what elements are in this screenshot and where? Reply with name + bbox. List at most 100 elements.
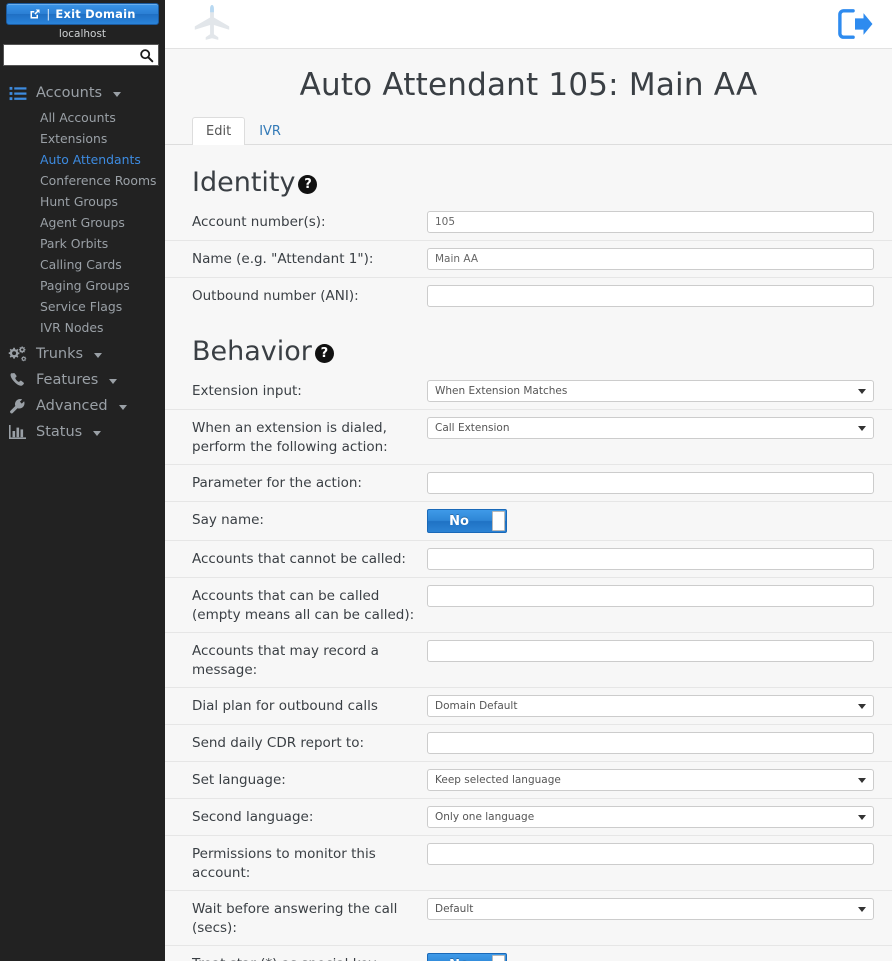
domain-name-label: localhost (58, 28, 107, 40)
sidebar-item-hunt-groups[interactable]: Hunt Groups (0, 191, 165, 212)
treat-star-toggle[interactable]: No (427, 953, 507, 961)
field-row-accounts-allowed: Accounts that can be called (empty means… (165, 577, 892, 632)
name-input[interactable] (427, 248, 874, 270)
sidebar-item-all-accounts[interactable]: All Accounts (0, 107, 165, 128)
field-label: Set language: (192, 772, 286, 788)
field-label: Parameter for the action: (192, 475, 362, 491)
exit-domain-label: Exit Domain (55, 7, 136, 21)
field-row-say-name: Say name: No (165, 501, 892, 540)
sidebar-item-calling-cards[interactable]: Calling Cards (0, 254, 165, 275)
sidebar-item-conference-rooms[interactable]: Conference Rooms (0, 170, 165, 191)
chevron-down-icon (118, 404, 127, 410)
page-title: Auto Attendant 105: Main AA (165, 49, 892, 117)
field-label: Accounts that may record a message: (192, 643, 379, 678)
chevron-down-icon (113, 91, 122, 97)
search-container (0, 44, 165, 66)
field-label: Accounts that can be called (empty means… (192, 588, 415, 623)
field-label: Treat star (*) as special key: (192, 953, 427, 961)
tab-ivr[interactable]: IVR (245, 117, 295, 145)
exit-domain-separator: | (46, 7, 51, 21)
field-control: No (427, 953, 872, 961)
field-label: Name (e.g. "Attendant 1"): (192, 251, 374, 267)
dialed-action-select[interactable]: Call Extension (427, 417, 874, 439)
exit-domain-button[interactable]: | Exit Domain (6, 3, 159, 25)
field-label: Send daily CDR report to: (192, 735, 365, 751)
section-title: Identity (192, 167, 296, 198)
sidebar-group-label: Trunks (36, 346, 84, 362)
sidebar-group-features[interactable]: Features (0, 367, 165, 393)
chevron-down-icon (858, 704, 866, 709)
field-label: Dial plan for outbound calls (192, 698, 378, 714)
field-row-action-parameter: Parameter for the action: (165, 464, 892, 501)
logout-arrow-icon[interactable] (836, 7, 874, 41)
sidebar-item-park-orbits[interactable]: Park Orbits (0, 233, 165, 254)
field-label: Wait before answering the call (secs): (192, 901, 398, 936)
account-numbers-input[interactable] (427, 211, 874, 233)
question-mark-icon[interactable]: ? (314, 344, 334, 363)
field-control (427, 248, 874, 270)
field-row-treat-star: Treat star (*) as special key: No (165, 945, 892, 961)
sidebar: | Exit Domain localhost Accounts All Acc… (0, 0, 165, 961)
accounts-may-record-input[interactable] (427, 640, 874, 662)
section-heading-identity: Identity ? (165, 145, 892, 204)
toggle-handle[interactable] (492, 955, 505, 961)
question-mark-icon[interactable]: ? (298, 175, 318, 194)
field-control (427, 211, 874, 233)
field-label: Extension input: (192, 383, 302, 399)
sidebar-item-agent-groups[interactable]: Agent Groups (0, 212, 165, 233)
accounts-cannot-be-called-input[interactable] (427, 548, 874, 570)
sidebar-group-label: Features (36, 372, 99, 388)
search-icon[interactable] (139, 48, 154, 63)
toggle-label: No (428, 954, 490, 961)
sidebar-item-paging-groups[interactable]: Paging Groups (0, 275, 165, 296)
select-value: When Extension Matches (435, 385, 568, 397)
sidebar-nav: Accounts All Accounts Extensions Auto At… (0, 80, 165, 445)
action-parameter-input[interactable] (427, 472, 874, 494)
field-row-dialed-action: When an extension is dialed, perform the… (165, 409, 892, 464)
accounts-can-be-called-input[interactable] (427, 585, 874, 607)
cdr-report-input[interactable] (427, 732, 874, 754)
monitor-permissions-input[interactable] (427, 843, 874, 865)
sidebar-group-advanced[interactable]: Advanced (0, 393, 165, 419)
chevron-down-icon (94, 352, 103, 358)
toggle-handle[interactable] (492, 511, 505, 531)
outbound-number-input[interactable] (427, 285, 874, 307)
sidebar-group-label: Accounts (36, 85, 103, 101)
field-control: Default (427, 898, 874, 920)
say-name-toggle[interactable]: No (427, 509, 507, 533)
field-control: Call Extension (427, 417, 874, 439)
wait-before-answering-select[interactable]: Default (427, 898, 874, 920)
set-language-select[interactable]: Keep selected language (427, 769, 874, 791)
select-value: Call Extension (435, 422, 510, 434)
field-row-accounts-record: Accounts that may record a message: (165, 632, 892, 687)
field-row-account-numbers: Account number(s): (165, 204, 892, 240)
sidebar-group-status[interactable]: Status (0, 419, 165, 445)
sidebar-group-accounts[interactable]: Accounts (0, 80, 165, 106)
sidebar-group-trunks[interactable]: Trunks (0, 341, 165, 367)
extension-input-select[interactable]: When Extension Matches (427, 380, 874, 402)
field-control: Only one language (427, 806, 874, 828)
search-box[interactable] (3, 44, 159, 66)
wrench-icon (8, 398, 27, 415)
sidebar-item-auto-attendants[interactable]: Auto Attendants (0, 149, 165, 170)
sidebar-item-ivr-nodes[interactable]: IVR Nodes (0, 317, 165, 338)
field-label: Second language: (192, 809, 314, 825)
search-input[interactable] (4, 45, 158, 65)
tab-bar: Edit IVR (165, 117, 892, 145)
chevron-down-icon (109, 378, 118, 384)
chevron-down-icon (858, 778, 866, 783)
content-area: Auto Attendant 105: Main AA Edit IVR Ide… (165, 49, 892, 961)
field-control (427, 732, 874, 754)
gears-icon (8, 345, 27, 363)
select-value: Only one language (435, 811, 535, 823)
second-language-select[interactable]: Only one language (427, 806, 874, 828)
field-row-name: Name (e.g. "Attendant 1"): (165, 240, 892, 277)
select-value: Keep selected language (435, 774, 561, 786)
sidebar-item-extensions[interactable]: Extensions (0, 128, 165, 149)
tab-edit[interactable]: Edit (192, 117, 246, 145)
dial-plan-select[interactable]: Domain Default (427, 695, 874, 717)
chevron-down-icon (858, 907, 866, 912)
sidebar-item-service-flags[interactable]: Service Flags (0, 296, 165, 317)
external-link-icon (29, 8, 41, 20)
field-label: Accounts that cannot be called: (192, 551, 406, 567)
